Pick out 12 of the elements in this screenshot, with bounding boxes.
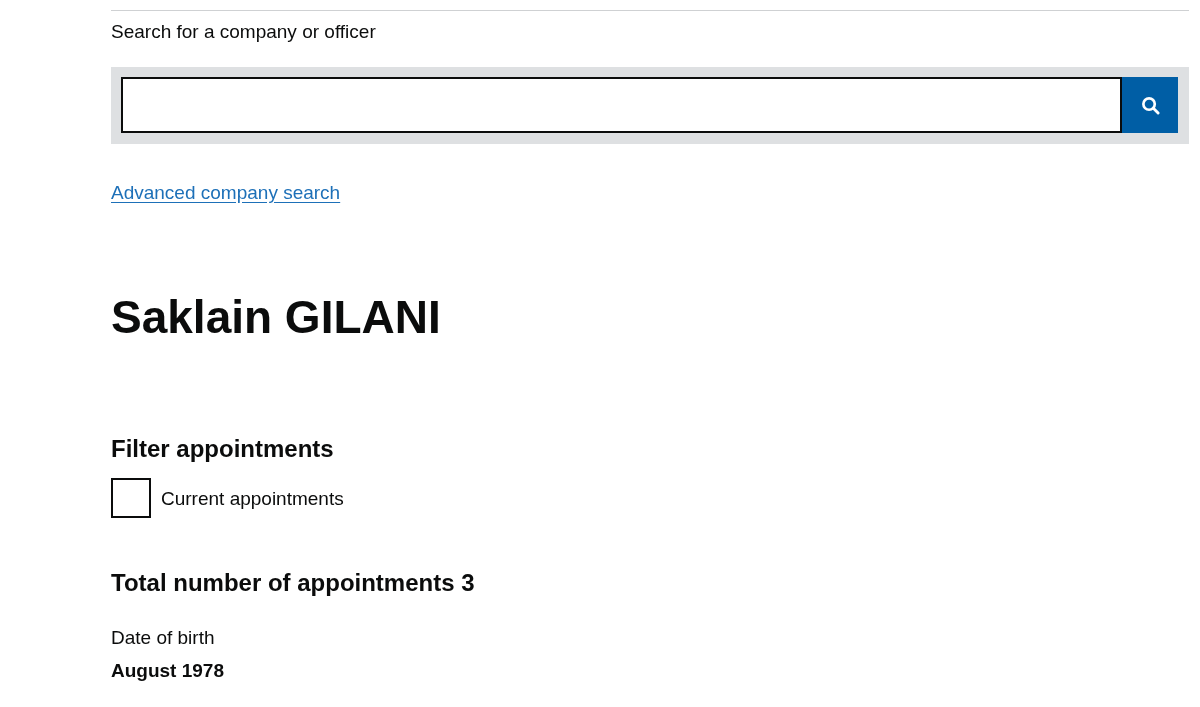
advanced-search-link[interactable]: Advanced company search [111,180,341,205]
officer-name: Saklain GILANI [111,291,441,344]
search-icon [1140,95,1160,115]
date-of-birth-label: Date of birth [111,626,215,650]
search-button[interactable] [1122,77,1178,133]
filter-heading: Filter appointments [111,434,334,464]
search-field[interactable] [121,77,1122,133]
appointments-total: Total number of appointments 3 [111,568,475,598]
search-label: Search for a company or officer [111,20,376,44]
checkbox-label[interactable]: Current appointments [161,485,344,511]
date-of-birth-value: August 1978 [111,659,224,683]
checkbox[interactable] [111,478,151,518]
